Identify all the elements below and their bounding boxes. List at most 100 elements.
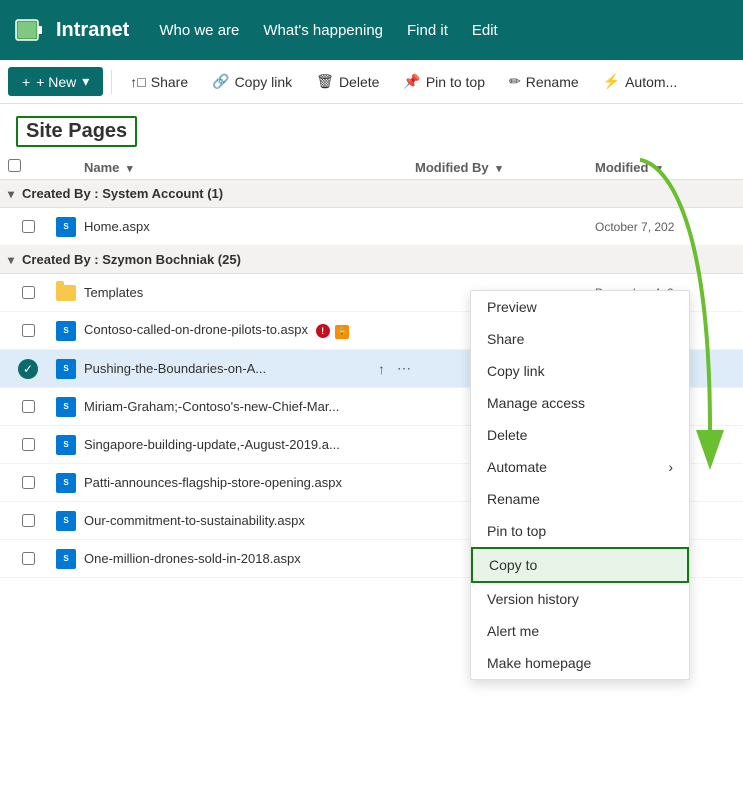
item-check[interactable] [8, 220, 48, 233]
item-name[interactable]: Pushing-the-Boundaries-on-A... [84, 361, 366, 376]
aspx-icon: S [56, 359, 76, 379]
delete-button[interactable]: 🗑 Delete [306, 68, 389, 95]
pin-icon: 📌 [403, 73, 420, 90]
item-icon: S [48, 549, 84, 569]
delete-label: Delete [339, 74, 379, 90]
item-name[interactable]: Templates [84, 285, 415, 300]
modby-sort-icon: ▾ [496, 163, 502, 175]
app-title: Intranet [56, 19, 129, 42]
group-szymon[interactable]: ▾ Created By : Szymon Bochniak (25) [0, 246, 743, 274]
page-header: Site Pages [0, 104, 743, 155]
aspx-icon: S [56, 549, 76, 569]
item-checkbox[interactable] [22, 286, 35, 299]
header-modified[interactable]: Modified ▾ [595, 160, 735, 175]
copy-link-icon: 🔗 [212, 73, 229, 90]
group-system-account[interactable]: ▾ Created By : System Account (1) [0, 180, 743, 208]
nav-who-we-are[interactable]: Who we are [159, 18, 239, 43]
nav-find-it[interactable]: Find it [407, 18, 448, 43]
toolbar: + + New ▾ ↑□ Share 🔗 Copy link 🗑 Delete … [0, 60, 743, 104]
item-checkbox[interactable] [22, 324, 35, 337]
item-icon: S [48, 397, 84, 417]
item-check[interactable]: ✓ [8, 359, 48, 379]
item-name[interactable]: Home.aspx [84, 219, 415, 234]
item-name[interactable]: Miriam-Graham;-Contoso's-new-Chief-Mar..… [84, 399, 415, 414]
item-check[interactable] [8, 324, 48, 337]
item-share-button[interactable]: ↑ [374, 359, 389, 379]
mod-sort-icon: ▾ [656, 163, 662, 175]
automate-button[interactable]: ⚡ Autom... [593, 68, 688, 95]
item-checkbox[interactable] [22, 438, 35, 451]
name-sort-icon: ▾ [127, 163, 133, 175]
item-icon: S [48, 359, 84, 379]
pin-to-top-button[interactable]: 📌 Pin to top [393, 68, 495, 95]
item-icon [48, 285, 84, 301]
aspx-icon: S [56, 397, 76, 417]
rename-button[interactable]: ✏ Rename [499, 68, 589, 95]
context-menu-share[interactable]: Share [471, 323, 689, 355]
share-button[interactable]: ↑□ Share [120, 69, 198, 95]
item-check[interactable] [8, 400, 48, 413]
lock-icon: 🔒 [335, 325, 349, 339]
item-check[interactable] [8, 552, 48, 565]
context-menu-pin-to-top[interactable]: Pin to top [471, 515, 689, 547]
context-menu-copy-to[interactable]: Copy to [471, 547, 689, 583]
header-check[interactable] [8, 159, 48, 175]
item-checkbox[interactable] [22, 514, 35, 527]
item-check[interactable] [8, 514, 48, 527]
battery-icon [10, 12, 46, 48]
toolbar-separator-1 [111, 70, 112, 94]
context-menu-version-history[interactable]: Version history [471, 583, 689, 615]
nav-logo: Intranet [10, 12, 129, 48]
new-plus-icon: + [22, 74, 30, 90]
context-menu-automate[interactable]: Automate › [471, 451, 689, 483]
nav-links: Who we are What's happening Find it Edit [159, 18, 497, 43]
nav-whats-happening[interactable]: What's happening [263, 18, 383, 43]
item-check[interactable] [8, 286, 48, 299]
new-label: + New [36, 74, 76, 90]
select-all-checkbox[interactable] [8, 159, 21, 172]
item-icon: S [48, 473, 84, 493]
automate-arrow-icon: › [668, 459, 673, 475]
share-label: Share [151, 74, 188, 90]
item-more-button[interactable]: ⋯ [393, 358, 415, 379]
item-checkbox[interactable] [22, 400, 35, 413]
item-check[interactable] [8, 476, 48, 489]
list-header: Name ▾ Modified By ▾ Modified ▾ [0, 155, 743, 180]
group-system-label: Created By : System Account (1) [22, 186, 223, 201]
aspx-icon: S [56, 435, 76, 455]
context-menu-make-homepage[interactable]: Make homepage [471, 647, 689, 679]
header-name[interactable]: Name ▾ [84, 160, 415, 175]
item-checkbox[interactable] [22, 552, 35, 565]
context-menu-manage-access[interactable]: Manage access [471, 387, 689, 419]
aspx-icon: S [56, 473, 76, 493]
context-menu-preview[interactable]: Preview [471, 291, 689, 323]
context-menu-rename[interactable]: Rename [471, 483, 689, 515]
context-menu-alert-me[interactable]: Alert me [471, 615, 689, 647]
nav-edit[interactable]: Edit [472, 18, 498, 43]
item-checkbox[interactable] [22, 220, 35, 233]
item-name[interactable]: Our-commitment-to-sustainability.aspx [84, 513, 415, 528]
item-actions: ↑ ⋯ [374, 358, 415, 379]
copy-link-label: Copy link [235, 74, 293, 90]
selected-check-icon: ✓ [18, 359, 38, 379]
item-name[interactable]: Singapore-building-update,-August-2019.a… [84, 437, 415, 452]
aspx-icon: S [56, 511, 76, 531]
item-name[interactable]: Patti-announces-flagship-store-opening.a… [84, 475, 415, 490]
top-nav: Intranet Who we are What's happening Fin… [0, 0, 743, 60]
item-icon: S [48, 217, 84, 237]
item-modified: October 7, 202 [595, 220, 735, 234]
new-button[interactable]: + + New ▾ [8, 67, 103, 96]
item-checkbox[interactable] [22, 476, 35, 489]
page-title: Site Pages [16, 116, 137, 147]
context-menu-delete[interactable]: Delete [471, 419, 689, 451]
header-modified-by[interactable]: Modified By ▾ [415, 160, 595, 175]
context-menu-copy-link[interactable]: Copy link [471, 355, 689, 387]
automate-label: Autom... [625, 74, 677, 90]
item-name[interactable]: One-million-drones-sold-in-2018.aspx [84, 551, 415, 566]
share-icon: ↑□ [130, 74, 145, 90]
item-name[interactable]: Contoso-called-on-drone-pilots-to.aspx !… [84, 322, 415, 339]
item-check[interactable] [8, 438, 48, 451]
copy-link-button[interactable]: 🔗 Copy link [202, 68, 302, 95]
aspx-icon: S [56, 217, 76, 237]
delete-icon: 🗑 [316, 73, 334, 90]
